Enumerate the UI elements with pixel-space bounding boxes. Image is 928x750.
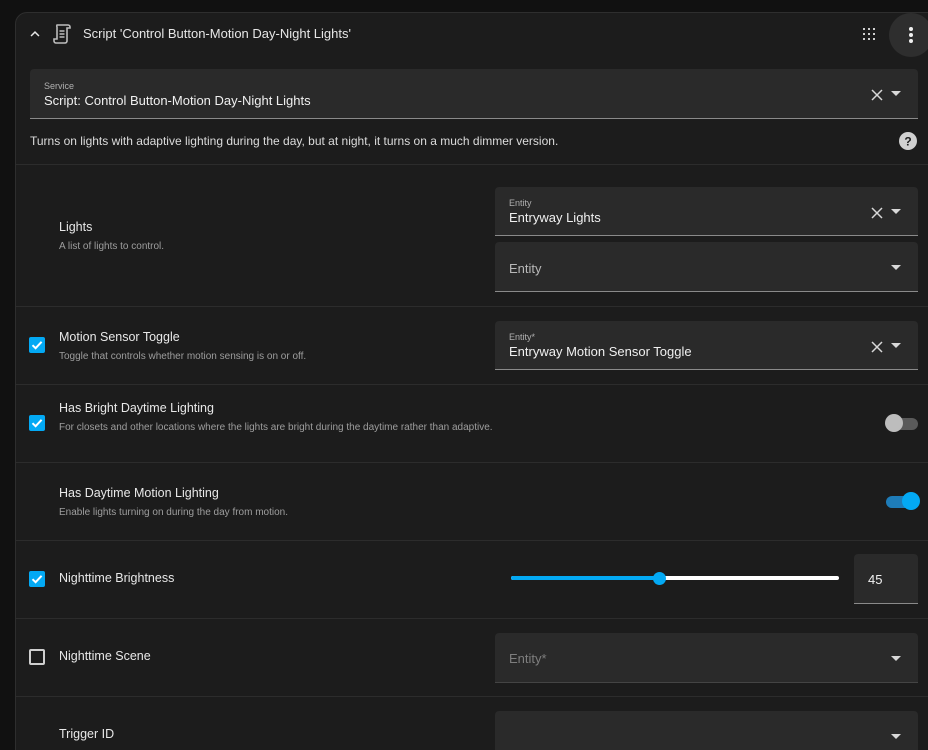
- daytime-motion-subtitle: Enable lights turning on during the day …: [59, 507, 289, 518]
- lights-title: Lights: [59, 220, 93, 234]
- script-description: Turns on lights with adaptive lighting d…: [30, 134, 559, 148]
- card-title: Script 'Control Button-Motion Day-Night …: [83, 26, 351, 41]
- help-circle-icon[interactable]: ?: [899, 132, 917, 150]
- motion-toggle-subtitle: Toggle that controls whether motion sens…: [59, 351, 307, 362]
- motion-toggle-entity-label: Entity*: [509, 332, 536, 342]
- night-brightness-title: Nighttime Brightness: [59, 571, 175, 585]
- bright-daytime-subtitle: For closets and other locations where th…: [59, 422, 493, 433]
- bright-daytime-switch[interactable]: [885, 413, 920, 433]
- lights-entity-label: Entity: [509, 198, 532, 208]
- trigger-id-title: Trigger ID: [59, 727, 115, 741]
- daytime-motion-title: Has Daytime Motion Lighting: [59, 486, 219, 500]
- close-icon[interactable]: [871, 89, 883, 101]
- switch-knob: [902, 492, 920, 510]
- chevron-up-icon[interactable]: [26, 25, 44, 43]
- motion-toggle-title: Motion Sensor Toggle: [59, 330, 180, 344]
- slider-fill: [511, 576, 659, 580]
- menu-down-icon[interactable]: [891, 209, 901, 215]
- night-brightness-input[interactable]: 45: [854, 554, 918, 604]
- lights-entity-value: Entryway Lights: [509, 210, 601, 225]
- overflow-menu-button[interactable]: [889, 13, 928, 57]
- lights-entity-placeholder: Entity: [509, 261, 542, 276]
- slider-thumb[interactable]: [653, 572, 666, 585]
- night-scene-entity-field[interactable]: Entity*: [495, 633, 918, 683]
- motion-toggle-checkbox[interactable]: [29, 337, 45, 353]
- close-icon[interactable]: [871, 207, 883, 219]
- night-scene-placeholder: Entity*: [509, 651, 547, 666]
- divider: [16, 696, 928, 697]
- script-scroll-icon: [53, 24, 71, 44]
- bright-daytime-title: Has Bright Daytime Lighting: [59, 401, 214, 415]
- divider: [16, 540, 928, 541]
- divider: [16, 306, 928, 307]
- menu-down-icon[interactable]: [891, 265, 901, 271]
- lights-subtitle: A list of lights to control.: [59, 241, 165, 252]
- divider: [16, 618, 928, 619]
- lights-entity-empty-field[interactable]: Entity: [495, 242, 918, 292]
- night-scene-checkbox[interactable]: [29, 649, 45, 665]
- night-brightness-value: 45: [868, 572, 883, 587]
- menu-down-icon[interactable]: [891, 343, 901, 349]
- switch-knob: [885, 414, 903, 432]
- motion-toggle-entity-value: Entryway Motion Sensor Toggle: [509, 344, 692, 359]
- trigger-id-field[interactable]: [495, 711, 918, 750]
- daytime-motion-switch[interactable]: [886, 491, 920, 511]
- lights-entity-field[interactable]: Entity Entryway Lights: [495, 187, 918, 236]
- divider: [16, 462, 928, 463]
- service-select[interactable]: Service Script: Control Button-Motion Da…: [30, 69, 918, 119]
- check-icon: [31, 419, 43, 428]
- night-scene-title: Nighttime Scene: [59, 649, 151, 663]
- card-header[interactable]: Script 'Control Button-Motion Day-Night …: [16, 13, 928, 57]
- check-icon: [31, 575, 43, 584]
- menu-down-icon[interactable]: [891, 656, 901, 662]
- check-icon: [31, 341, 43, 350]
- service-value: Script: Control Button-Motion Day-Night …: [44, 93, 311, 108]
- night-brightness-slider[interactable]: [511, 570, 841, 586]
- motion-toggle-entity-field[interactable]: Entity* Entryway Motion Sensor Toggle: [495, 321, 918, 370]
- divider: [16, 384, 928, 385]
- divider: [16, 164, 928, 165]
- night-brightness-checkbox[interactable]: [29, 571, 45, 587]
- drag-grid-icon[interactable]: [861, 26, 877, 42]
- menu-down-icon[interactable]: [891, 91, 901, 97]
- close-icon[interactable]: [871, 341, 883, 353]
- script-action-card: Script 'Control Button-Motion Day-Night …: [15, 12, 928, 750]
- service-label: Service: [44, 81, 75, 91]
- bright-daytime-checkbox[interactable]: [29, 415, 45, 431]
- dots-vertical-icon: [909, 27, 913, 43]
- menu-down-icon[interactable]: [891, 734, 901, 740]
- svg-text:?: ?: [904, 135, 911, 149]
